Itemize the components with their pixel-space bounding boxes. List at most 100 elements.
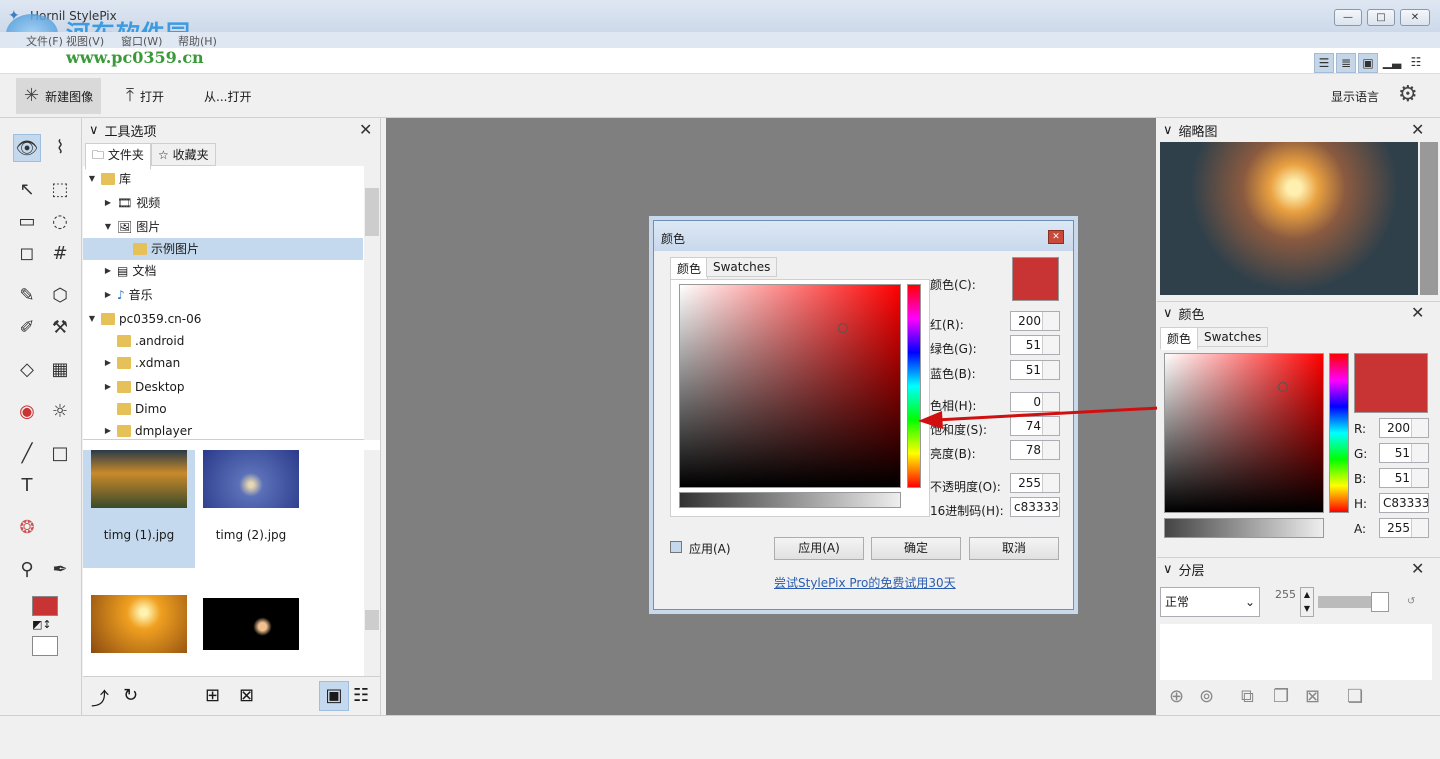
tree-item-library[interactable]: ▼ 库 <box>87 168 131 190</box>
minimize-button[interactable]: — <box>1334 9 1362 26</box>
a-spinner[interactable]: 255 <box>1379 518 1429 538</box>
clone-icon[interactable]: ✐ <box>13 314 41 342</box>
menu-window[interactable]: 窗口(W) <box>121 33 162 49</box>
r-spinner[interactable]: 200 <box>1379 418 1429 438</box>
copy-layer-icon[interactable]: ❐ <box>1273 686 1289 707</box>
tree-item-sample-pictures[interactable]: 示例图片 <box>83 238 363 260</box>
menu-file[interactable]: 文件(F) <box>26 33 63 49</box>
language-button[interactable]: 显示语言 <box>1331 88 1379 105</box>
thumbnail-mode-icon[interactable]: ▣ <box>319 681 349 711</box>
opacity-slider-thumb[interactable] <box>1371 592 1389 612</box>
panel-saturation-field[interactable] <box>1164 353 1324 513</box>
tree-item-videos[interactable]: ▶ 🎞 视频 <box>103 192 160 214</box>
delete-file-icon[interactable]: ⊠ <box>239 685 254 706</box>
fill-icon[interactable]: ◇ <box>13 356 41 384</box>
tree-item-computer[interactable]: ▼ pc0359.cn-06 <box>87 308 201 330</box>
value-spinner[interactable]: 78 <box>1010 440 1060 460</box>
tree-view-icon[interactable]: ≣ <box>1336 53 1356 73</box>
thumbs-scrollbar[interactable] <box>364 450 380 676</box>
blend-mode-select[interactable]: 正常 ⌄ <box>1160 587 1260 617</box>
panel-hue-slider[interactable] <box>1329 353 1349 513</box>
transform-icon[interactable]: ◻ <box>13 240 41 268</box>
text-icon[interactable]: T <box>13 472 41 500</box>
reset-opacity-icon[interactable]: ↺ <box>1407 596 1415 607</box>
panel-alpha-slider[interactable] <box>1164 518 1324 538</box>
grid-crop-icon[interactable]: # <box>46 240 74 268</box>
stamp-icon[interactable]: ⚒ <box>46 314 74 342</box>
collapse-chevron-icon[interactable]: ∨ <box>1163 123 1173 138</box>
rect-select-icon[interactable]: ▭ <box>13 208 41 236</box>
thumbnail-image-3[interactable] <box>91 595 187 653</box>
ok-button[interactable]: 确定 <box>871 537 961 560</box>
alpha-slider[interactable] <box>679 492 901 508</box>
crop-select-icon[interactable]: ⬚ <box>46 176 74 204</box>
apply-button[interactable]: 应用(A) <box>774 537 864 560</box>
close-layers-icon[interactable]: ✕ <box>1411 559 1424 578</box>
g-spinner[interactable]: 51 <box>1379 443 1429 463</box>
hex-input[interactable]: c83333 <box>1010 497 1060 517</box>
tree-item-xdman[interactable]: ▶ .xdman <box>103 352 180 374</box>
line-icon[interactable]: ╱ <box>13 440 41 468</box>
duplicate-layer-icon[interactable]: ⊚ <box>1199 686 1214 707</box>
brightness-icon[interactable]: ☼ <box>46 398 74 426</box>
open-from-button[interactable]: 从...打开 <box>196 78 259 114</box>
parent-folder-icon[interactable]: ⤴ <box>91 685 109 711</box>
eyedropper-icon[interactable]: ✒ <box>46 556 74 584</box>
thumbnail-image-1[interactable] <box>91 450 187 508</box>
layers-list[interactable] <box>1160 624 1432 680</box>
shape-icon[interactable]: □ <box>46 440 74 468</box>
blue-spinner[interactable]: 51 <box>1010 360 1060 380</box>
eye-view-icon[interactable]: 👁 <box>13 134 41 162</box>
color-panel-tab-swatches[interactable]: Swatches <box>1197 327 1269 347</box>
dialog-tab-swatches[interactable]: Swatches <box>706 257 778 277</box>
tree-item-dmplayer[interactable]: ▶ dmplayer <box>103 420 192 442</box>
navigator-preview-image[interactable] <box>1160 142 1418 295</box>
close-window-button[interactable]: ✕ <box>1400 9 1430 26</box>
color-mixer-icon[interactable]: ❂ <box>13 514 41 542</box>
redeye-icon[interactable]: ◉ <box>13 398 41 426</box>
merge-layer-icon[interactable]: ⧉ <box>1241 686 1254 707</box>
hex-field[interactable]: C83333 <box>1379 493 1429 513</box>
settings-gear-icon[interactable]: ⚙ <box>1398 82 1418 107</box>
eraser-icon[interactable]: ⬡ <box>46 282 74 310</box>
collapse-chevron-icon[interactable]: ∨ <box>89 123 99 138</box>
histogram-icon[interactable]: ▁▃ <box>1382 53 1402 73</box>
dialog-close-icon[interactable]: ✕ <box>1048 230 1064 244</box>
refresh-icon[interactable]: ↻ <box>123 685 138 706</box>
pro-trial-link[interactable]: 尝试StylePix Pro的免费试用30天 <box>774 574 956 591</box>
close-panel-icon[interactable]: ✕ <box>359 120 372 139</box>
image-view-icon[interactable]: ▣ <box>1358 53 1378 73</box>
tree-scrollbar[interactable] <box>364 166 380 440</box>
tree-item-desktop[interactable]: ▶ Desktop <box>103 376 185 398</box>
tree-item-documents[interactable]: ▶ ▤ 文档 <box>103 260 156 282</box>
thumbnail-image-2[interactable] <box>203 450 299 508</box>
paperclip-icon[interactable]: ⌇ <box>46 134 74 162</box>
foreground-color-swatch[interactable] <box>32 596 58 616</box>
green-spinner[interactable]: 51 <box>1010 335 1060 355</box>
brush-icon[interactable]: ✎ <box>13 282 41 310</box>
cancel-button[interactable]: 取消 <box>969 537 1059 560</box>
background-color-swatch[interactable] <box>32 636 58 656</box>
menu-view[interactable]: 视图(V) <box>66 33 104 49</box>
list-view-icon[interactable]: ☷ <box>1406 53 1426 73</box>
tab-favorites[interactable]: ☆ 收藏夹 <box>151 143 216 166</box>
tree-item-dimo[interactable]: Dimo <box>117 398 167 420</box>
saturation-value-field[interactable] <box>679 284 901 488</box>
dialog-tab-color[interactable]: 颜色 <box>670 257 709 280</box>
delete-layer-icon[interactable]: ⊠ <box>1305 686 1320 707</box>
pointer-icon[interactable]: ↖ <box>13 176 41 204</box>
close-navigator-icon[interactable]: ✕ <box>1411 120 1424 139</box>
lasso-icon[interactable]: ◌ <box>46 208 74 236</box>
collapse-chevron-icon[interactable]: ∨ <box>1163 562 1173 577</box>
color-panel-tab-color[interactable]: 颜色 <box>1160 327 1199 350</box>
sliders-view-icon[interactable]: ☰ <box>1314 53 1334 73</box>
opacity-stepper[interactable]: ▲ ▼ <box>1300 587 1314 617</box>
zoom-icon[interactable]: ⚲ <box>13 556 41 584</box>
tree-item-music[interactable]: ▶ ♪ 音乐 <box>103 284 153 306</box>
thumbnail-image-4[interactable] <box>203 598 299 650</box>
tree-item-android[interactable]: .android <box>117 330 184 352</box>
menu-help[interactable]: 帮助(H) <box>178 33 217 49</box>
new-folder-icon[interactable]: ⊞ <box>205 685 220 706</box>
new-layer-icon[interactable]: ⊕ <box>1169 686 1184 707</box>
apply-checkbox[interactable] <box>670 541 682 553</box>
